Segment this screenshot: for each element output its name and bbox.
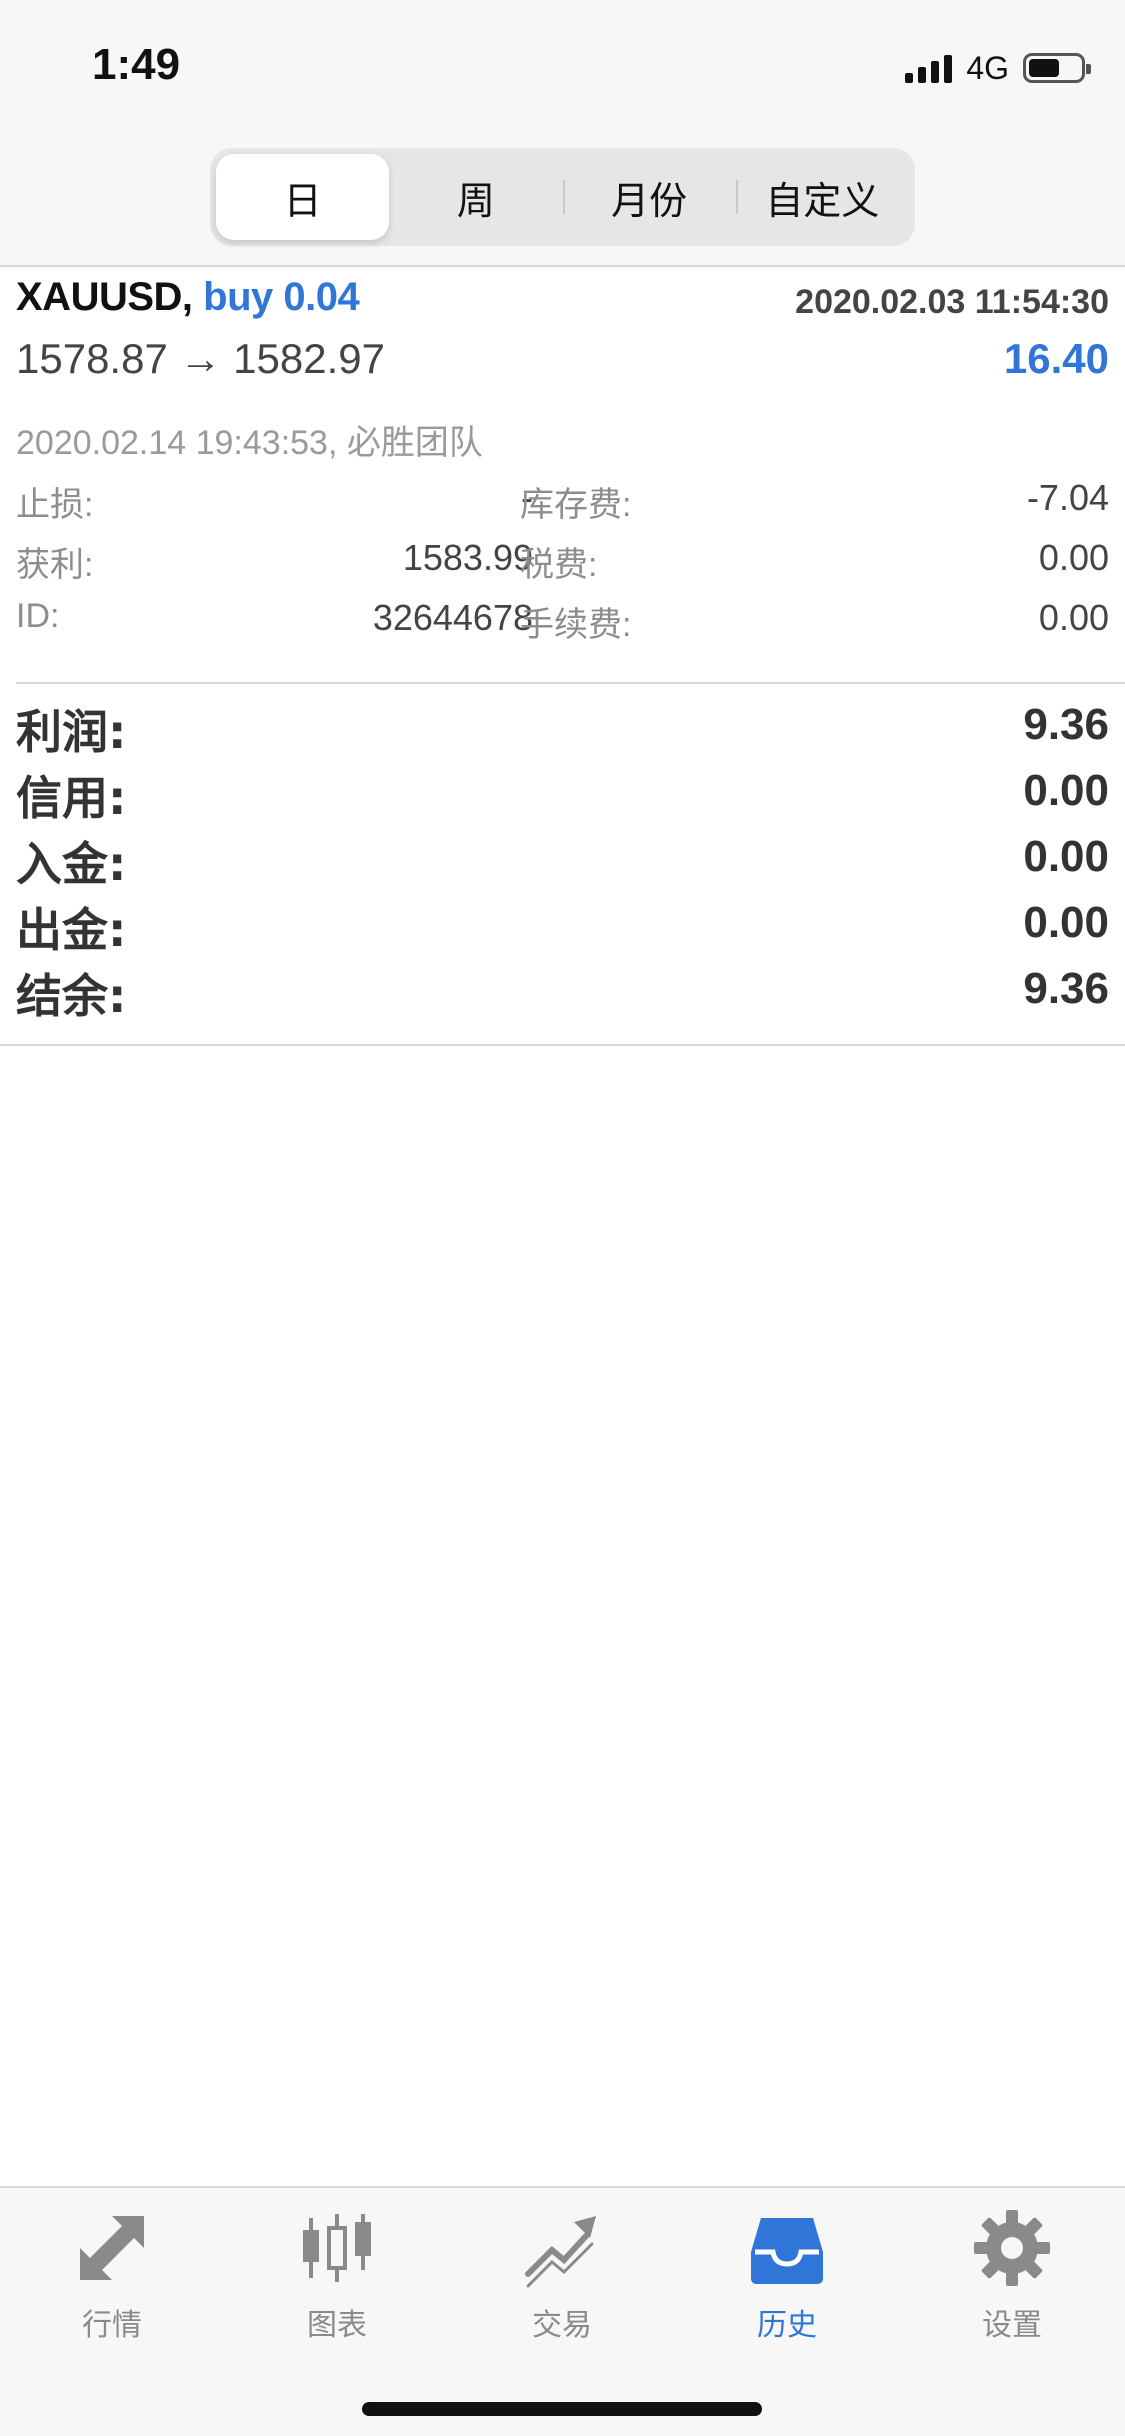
tab-label: 行情 — [82, 2308, 142, 2343]
detail-row: 获利: 1583.99 税费: 0.00 — [16, 537, 1109, 597]
quotes-arrows-icon — [80, 2216, 144, 2280]
summary-value: 0.00 — [1023, 898, 1109, 947]
tab-label: 图表 — [307, 2308, 367, 2343]
summary-label: 入金: — [16, 837, 127, 891]
commission-label: 手续费: — [520, 606, 632, 644]
summary-value: 9.36 — [1023, 700, 1109, 749]
trade-price-line: 1578.87 → 1582.97 16.40 — [16, 335, 1109, 395]
swap-value: -7.04 — [1026, 477, 1109, 518]
battery-icon — [1023, 53, 1091, 83]
period-tab-custom[interactable]: 自定义 — [735, 154, 909, 240]
battery-level — [1029, 59, 1059, 77]
tab-label: 历史 — [757, 2308, 817, 2343]
cellular-signal-icon — [905, 53, 953, 83]
tab-label: 交易 — [532, 2308, 592, 2343]
network-type: 4G — [966, 49, 1009, 86]
period-selector-bar: 日 周 月份 自定义 — [0, 130, 1125, 267]
trade-trend-icon — [525, 2216, 596, 2288]
tab-quotes[interactable]: 行情 — [32, 2208, 192, 2348]
period-segmented-control: 日 周 月份 自定义 — [210, 148, 915, 246]
summary-row-profit: 利润: 9.36 — [16, 696, 1109, 762]
summary-row-deposit: 入金: 0.00 — [16, 828, 1109, 894]
trade-details: 止损: - 库存费: -7.04 获利: 1583.99 税费: 0.00 ID… — [16, 477, 1109, 657]
summary-value: 0.00 — [1023, 832, 1109, 881]
summary-value: 0.00 — [1023, 766, 1109, 815]
tab-history[interactable]: 历史 — [707, 2208, 867, 2348]
status-time: 1:49 — [92, 40, 181, 89]
period-tab-month[interactable]: 月份 — [562, 154, 736, 240]
bottom-tab-bar: 行情 图表 交易 历史 设置 — [0, 2186, 1125, 2436]
status-indicators: 4G — [905, 48, 1091, 88]
status-bar: 1:49 4G — [0, 0, 1125, 130]
tab-settings[interactable]: 设置 — [932, 2208, 1092, 2348]
detail-row: ID: 32644678 手续费: 0.00 — [16, 597, 1109, 657]
trade-profit: 16.40 — [1003, 335, 1109, 382]
trade-close-info: 2020.02.14 19:43:53, 必胜团队 — [16, 424, 483, 462]
summary-row-credit: 信用: 0.00 — [16, 762, 1109, 828]
symbol-name: XAUUSD, — [16, 275, 193, 319]
summary-label: 结余: — [16, 969, 127, 1023]
trade-header: XAUUSD, buy 0.04 2020.02.03 11:54:30 — [16, 275, 1109, 335]
summary-value: 9.36 — [1023, 964, 1109, 1013]
divider — [0, 1044, 1125, 1046]
trade-symbol: XAUUSD, buy 0.04 — [16, 275, 360, 320]
stop-loss-label: 止损: — [16, 486, 94, 524]
summary-label: 利润: — [16, 705, 127, 759]
tax-label: 税费: — [520, 546, 598, 584]
trade-open-time: 2020.02.03 11:54:30 — [795, 283, 1109, 321]
swap-label: 库存费: — [520, 486, 632, 524]
id-value: 32644678 — [372, 597, 533, 638]
period-tab-day[interactable]: 日 — [216, 154, 390, 240]
home-indicator[interactable] — [362, 2402, 762, 2416]
summary-row-withdrawal: 出金: 0.00 — [16, 894, 1109, 960]
period-tab-week[interactable]: 周 — [389, 154, 562, 240]
history-screen: 1:49 4G 日 周 月份 自定义 XAUUSD, buy 0.04 2020… — [0, 0, 1125, 2436]
tab-trade[interactable]: 交易 — [482, 2208, 642, 2348]
commission-value: 0.00 — [1038, 597, 1109, 638]
trade-side-volume: buy 0.04 — [203, 275, 360, 319]
summary-label: 信用: — [16, 771, 127, 825]
tax-value: 0.00 — [1038, 537, 1109, 578]
take-profit-value: 1583.99 — [402, 537, 533, 578]
tab-label: 设置 — [982, 2308, 1042, 2343]
summary-row-balance: 结余: 9.36 — [16, 960, 1109, 1026]
detail-row: 止损: - 库存费: -7.04 — [16, 477, 1109, 537]
id-label: ID: — [16, 597, 60, 635]
history-inbox-icon — [751, 2218, 823, 2284]
divider — [16, 682, 1125, 684]
trade-close-line: 2020.02.14 19:43:53, 必胜团队 — [16, 415, 1109, 465]
summary-label: 出金: — [16, 903, 127, 957]
trade-price-range: 1578.87 → 1582.97 — [16, 335, 385, 382]
take-profit-label: 获利: — [16, 546, 94, 584]
gear-icon — [974, 2210, 1050, 2286]
account-summary: 利润: 9.36 信用: 0.00 入金: 0.00 出金: 0.00 结余: … — [16, 696, 1109, 1026]
candlestick-chart-icon — [303, 2214, 371, 2282]
tab-chart[interactable]: 图表 — [257, 2208, 417, 2348]
